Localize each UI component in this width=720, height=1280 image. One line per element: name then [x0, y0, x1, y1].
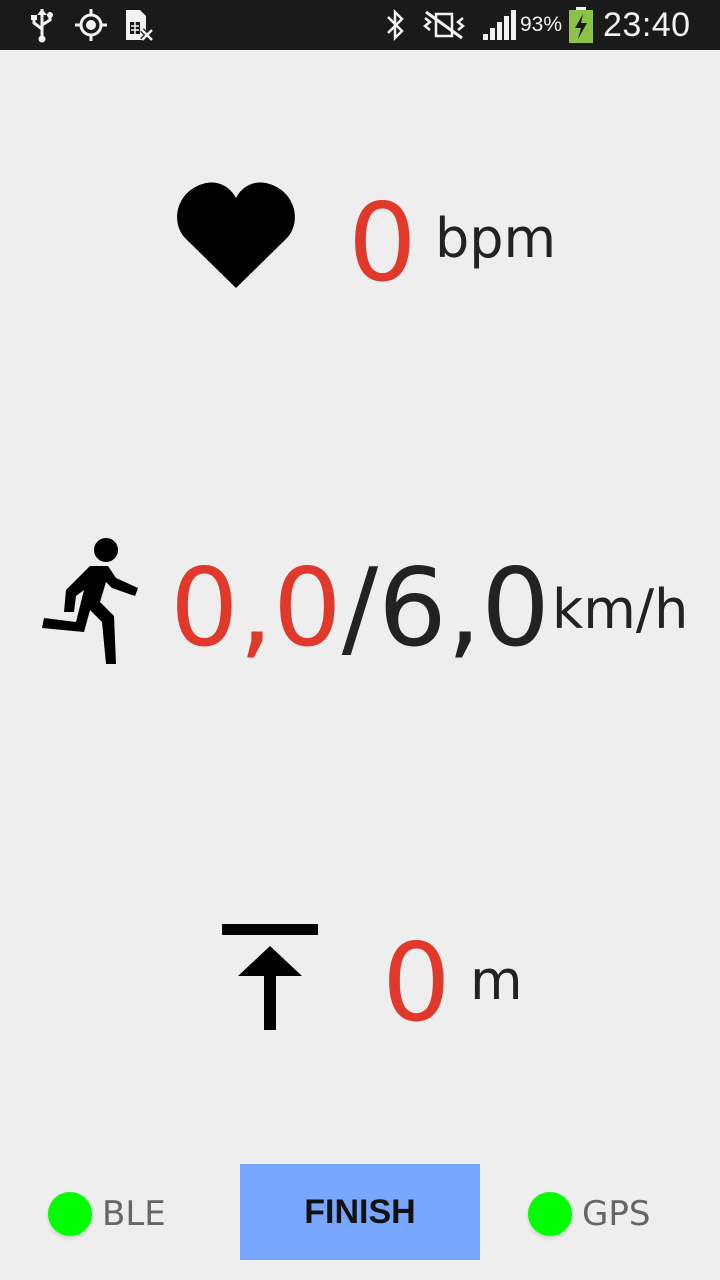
heart-rate-unit: bpm: [435, 207, 557, 270]
gps-label: GPS: [582, 1194, 651, 1234]
ble-indicator: BLE: [48, 1190, 166, 1238]
elevation-unit: m: [470, 949, 523, 1012]
running-person-icon: [40, 536, 142, 673]
gps-indicator: GPS: [528, 1190, 650, 1238]
speed-separator: /: [341, 546, 379, 671]
ble-label: BLE: [102, 1194, 166, 1234]
speed-target: 6,0: [378, 546, 550, 671]
battery-percent: 93%: [520, 13, 563, 36]
no-sim-icon: [124, 0, 154, 50]
speed-unit: km/h: [552, 578, 689, 641]
signal-icon: [482, 0, 518, 50]
status-bar: 93% 23:40: [0, 0, 720, 50]
heart-rate-value: 0: [348, 181, 417, 306]
gps-status-dot: [528, 1192, 572, 1236]
gps-icon: [74, 0, 108, 50]
heart-icon: [176, 180, 296, 295]
elevation-value: 0: [382, 921, 451, 1046]
workout-dashboard: 0 bpm 0,0/6,0 km/h 0 m: [0, 50, 720, 1280]
clock: 23:40: [603, 5, 691, 44]
battery-charging-icon: [568, 0, 594, 50]
elevation-icon: [222, 924, 318, 1037]
usb-icon: [28, 0, 56, 50]
speed-value: 0,0/6,0: [170, 555, 550, 663]
vibrate-icon: [422, 0, 466, 50]
speed-current: 0,0: [170, 546, 342, 671]
finish-button[interactable]: FINISH: [240, 1164, 480, 1260]
ble-status-dot: [48, 1192, 92, 1236]
bluetooth-icon: [384, 0, 406, 50]
